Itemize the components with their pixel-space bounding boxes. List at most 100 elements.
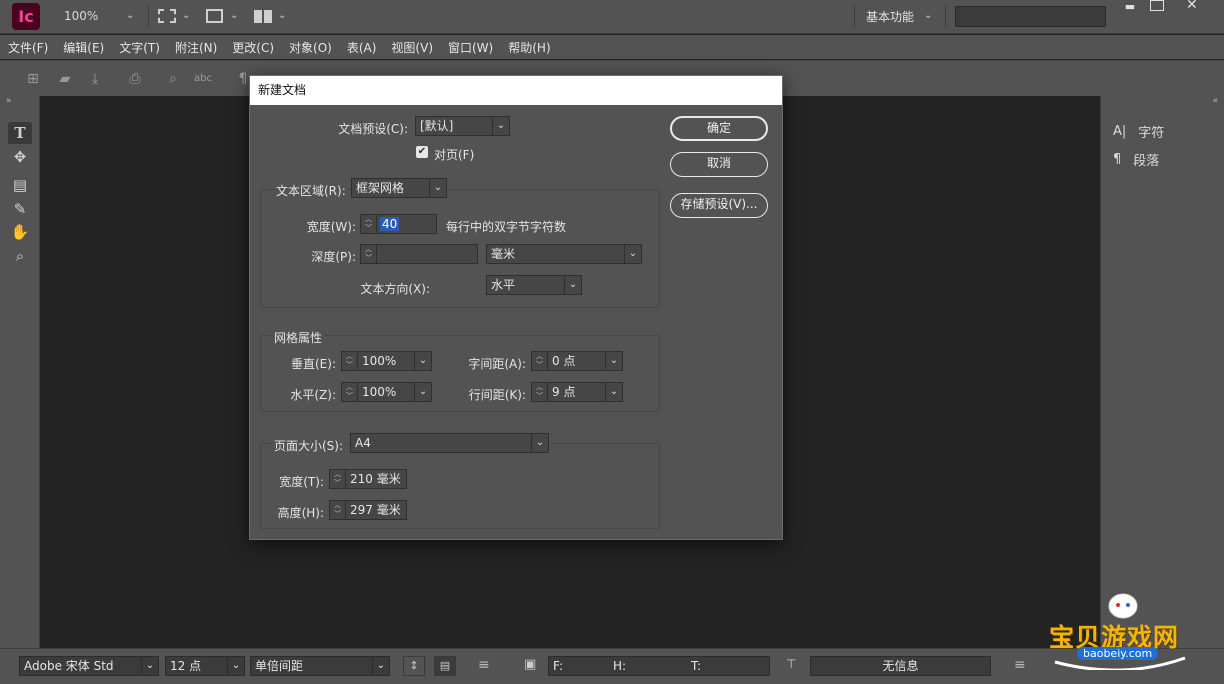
stepper-icon[interactable]: ︿ ﹀ <box>342 383 358 401</box>
chevron-down-icon: ⌄ <box>414 383 431 401</box>
preset-value: [默认] <box>420 119 454 133</box>
menu-object[interactable]: 对象(O) <box>289 39 332 56</box>
screen-mode-icon[interactable] <box>206 9 223 23</box>
collapse-panel-icon[interactable]: » <box>6 96 12 106</box>
print-icon[interactable]: ⎙ <box>126 70 144 88</box>
zoom-tool-icon[interactable]: ⌕ <box>8 245 32 267</box>
horizontal-scale-input[interactable]: ︿ ﹀ 100% ⌄ <box>341 382 432 402</box>
info-field: 无信息 <box>810 656 991 676</box>
stepper-icon[interactable]: ︿ ﹀ <box>361 215 377 233</box>
page-height-input[interactable]: ︿ ﹀ 297 毫米 <box>329 500 407 520</box>
depth-unit-select[interactable]: 毫米 ⌄ <box>486 244 642 264</box>
chevron-down-icon[interactable]: ⌄ <box>230 10 238 21</box>
chevron-down-icon[interactable]: ⌄ <box>182 10 190 21</box>
paragraph-panel-tab[interactable]: ¶ 段落 <box>1113 150 1159 169</box>
chevron-down-icon[interactable]: ⌄ <box>278 10 286 21</box>
close-icon[interactable]: ✕ <box>1186 0 1198 13</box>
line-spacing-input[interactable]: ︿ ﹀ 9 点 ⌄ <box>531 382 623 402</box>
text-area-value: 框架网格 <box>356 181 405 195</box>
menu-view[interactable]: 视图(V) <box>391 39 433 56</box>
menu-icon[interactable]: ≡ <box>478 657 490 673</box>
open-folder-icon[interactable]: ▰ <box>56 70 74 88</box>
menu-icon[interactable]: ≡ <box>1014 657 1026 673</box>
zoom-dropdown-icon[interactable]: ⌄ <box>126 10 134 21</box>
facing-pages-checkbox[interactable]: ✔ <box>416 146 428 158</box>
chevron-down-icon: ⌄ <box>564 276 581 294</box>
collapse-panel-icon[interactable]: « <box>1212 96 1218 106</box>
vertical-scale-input[interactable]: ︿ ﹀ 100% ⌄ <box>341 351 432 371</box>
hand-tool-icon[interactable]: ✋ <box>8 221 32 243</box>
depth-label: 深度(P): <box>311 250 356 264</box>
cancel-button[interactable]: 取消 <box>670 152 768 177</box>
char-spacing-label: 字间距(A): <box>468 357 526 371</box>
chevron-down-icon: ⌄ <box>605 352 622 370</box>
vertical-align-icon[interactable]: ↕ <box>403 656 425 676</box>
position-tool-icon[interactable]: ✥ <box>8 146 32 168</box>
arrange-documents-icon[interactable] <box>254 10 272 23</box>
line-spacing-mode-value: 单倍间距 <box>255 659 304 673</box>
spellcheck-icon[interactable]: abc <box>194 70 212 88</box>
note-tool-icon[interactable]: ▤ <box>8 174 32 196</box>
char-spacing-input[interactable]: ︿ ﹀ 0 点 ⌄ <box>531 351 623 371</box>
stepper-icon[interactable]: ︿ ﹀ <box>330 470 346 488</box>
chevron-down-icon[interactable]: ⌄ <box>924 10 932 21</box>
frame-edges-icon[interactable] <box>158 9 176 23</box>
text-width-input[interactable]: ︿ ﹀ 40 <box>360 214 437 234</box>
menu-notes[interactable]: 附注(N) <box>175 39 217 56</box>
font-size-select[interactable]: 12 点 ⌄ <box>165 656 245 676</box>
new-document-icon[interactable]: ⊞ <box>24 70 42 88</box>
ok-button[interactable]: 确定 <box>670 116 768 141</box>
page-width-input[interactable]: ︿ ﹀ 210 毫米 <box>329 469 407 489</box>
menu-file[interactable]: 文件(F) <box>8 39 48 56</box>
preset-select[interactable]: [默认] ⌄ <box>415 116 510 136</box>
menu-bar: 文件(F) 编辑(E) 文字(T) 附注(N) 更改(C) 对象(O) 表(A)… <box>0 35 1224 59</box>
font-size-value: 12 点 <box>170 659 202 673</box>
find-icon[interactable]: ⌕ <box>164 70 182 88</box>
menu-window[interactable]: 窗口(W) <box>448 39 493 56</box>
menu-edit[interactable]: 编辑(E) <box>63 39 104 56</box>
maximize-icon[interactable] <box>1150 0 1164 11</box>
chevron-down-icon: ⌄ <box>372 657 389 675</box>
paragraph-icon: ¶ <box>1113 152 1122 167</box>
zoom-level[interactable]: 100% <box>64 9 98 23</box>
text-width-label: 宽度(W): <box>306 220 356 234</box>
menu-changes[interactable]: 更改(C) <box>232 39 274 56</box>
app-logo: Ic <box>12 3 40 30</box>
save-icon[interactable]: ⤓ <box>86 70 104 88</box>
dialog-title: 新建文档 <box>250 76 782 105</box>
horizontal-scale-label: 水平(Z): <box>290 388 336 402</box>
menu-type[interactable]: 文字(T) <box>119 39 160 56</box>
depth-input[interactable]: ︿ ﹀ <box>360 244 478 264</box>
eyedropper-tool-icon[interactable]: ✎ <box>8 198 32 220</box>
paragraph-label: 段落 <box>1133 154 1160 169</box>
chevron-down-icon: ⌄ <box>227 657 244 675</box>
watermark-logo: 宝贝游戏网 baobeiy.com <box>1045 592 1195 672</box>
page-size-value: A4 <box>355 436 371 450</box>
font-value: Adobe 宋体 Std <box>24 659 114 673</box>
menu-help[interactable]: 帮助(H) <box>508 39 550 56</box>
character-label: 字符 <box>1138 126 1165 141</box>
stepper-icon[interactable]: ︿ ﹀ <box>330 501 346 519</box>
text-area-select[interactable]: 框架网格 ⌄ <box>351 178 447 198</box>
type-tool-icon[interactable]: T <box>8 122 32 144</box>
stepper-icon[interactable]: ︿ ﹀ <box>342 352 358 370</box>
text-direction-label: 文本方向(X): <box>360 282 430 296</box>
page-width-value: 210 毫米 <box>350 472 401 486</box>
frame-info-icon: ▣ <box>524 657 537 672</box>
menu-table[interactable]: 表(A) <box>347 39 377 56</box>
stepper-icon[interactable]: ︿ ﹀ <box>361 245 377 263</box>
font-select[interactable]: Adobe 宋体 Std ⌄ <box>19 656 159 676</box>
page-size-select[interactable]: A4 ⌄ <box>350 433 549 453</box>
justify-icon[interactable]: ▤ <box>434 656 456 676</box>
workspace-switcher[interactable]: 基本功能 <box>866 8 914 25</box>
stepper-icon[interactable]: ︿ ﹀ <box>532 352 548 370</box>
text-direction-select[interactable]: 水平 ⌄ <box>486 275 582 295</box>
character-panel-tab[interactable]: A| 字符 <box>1113 122 1164 141</box>
save-preset-button[interactable]: 存储预设(V)... <box>670 193 768 218</box>
line-spacing-mode-select[interactable]: 单倍间距 ⌄ <box>250 656 390 676</box>
minimize-icon[interactable]: ▬ <box>1118 0 1142 14</box>
search-input[interactable] <box>955 6 1106 27</box>
chevron-down-icon: ⌄ <box>531 434 548 452</box>
page-height-value: 297 毫米 <box>350 503 401 517</box>
stepper-icon[interactable]: ︿ ﹀ <box>532 383 548 401</box>
